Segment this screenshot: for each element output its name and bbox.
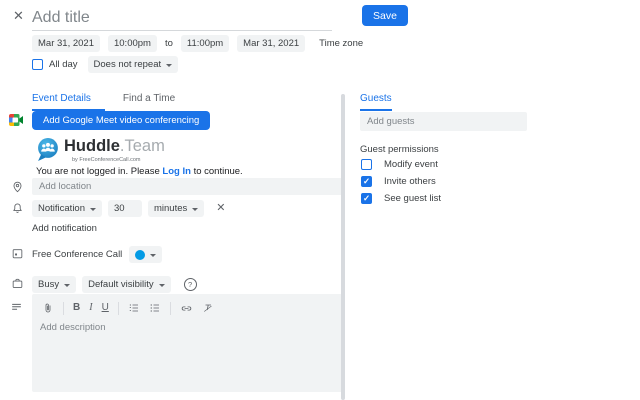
login-prefix: You are not logged in. Please (36, 166, 160, 177)
location-pin-icon (11, 180, 24, 193)
description-input[interactable] (38, 320, 339, 388)
timezone-link[interactable]: Time zone (319, 38, 363, 49)
clear-formatting-icon[interactable] (202, 302, 214, 314)
remove-notification-icon[interactable]: ✕ (216, 203, 225, 214)
calendar-icon (11, 247, 24, 260)
underline-icon[interactable]: U (102, 303, 109, 313)
login-suffix: to continue. (193, 166, 243, 177)
add-guests-input[interactable] (360, 112, 527, 131)
permission-row-invite-others: ✓ Invite others (361, 176, 436, 187)
login-message: You are not logged in. Please Log In to … (36, 166, 243, 177)
invite-others-checkbox[interactable]: ✓ (361, 176, 372, 187)
busy-dropdown[interactable]: Busy (32, 276, 77, 293)
recurrence-value: Does not repeat (93, 59, 162, 70)
toolbar-separator (169, 301, 171, 315)
help-icon[interactable]: ? (183, 278, 197, 291)
italic-icon[interactable]: I (89, 303, 92, 313)
all-day-label: All day (49, 59, 78, 70)
google-meet-icon (9, 114, 23, 126)
left-pane-scrollbar[interactable] (341, 94, 345, 400)
check-icon: ✓ (362, 176, 371, 187)
bulleted-list-icon[interactable] (149, 302, 161, 314)
description-lines-icon (10, 300, 23, 313)
start-time-chip[interactable]: 10:00pm (107, 35, 157, 52)
calendar-row: Free Conference Call (32, 246, 163, 263)
add-google-meet-button[interactable]: Add Google Meet video conferencing (32, 111, 211, 130)
visibility-value: Default visibility (88, 279, 154, 290)
calendar-color-swatch (135, 249, 146, 260)
notification-amount-input[interactable]: 30 (108, 200, 142, 217)
notification-unit-value: minutes (154, 203, 188, 214)
visibility-dropdown[interactable]: Default visibility (82, 276, 171, 293)
toolbar-separator (117, 301, 119, 315)
permission-row-modify-event: ✓ Modify event (361, 159, 438, 170)
modify-event-checkbox[interactable]: ✓ (361, 159, 372, 170)
end-date-chip[interactable]: Mar 31, 2021 (237, 35, 306, 52)
close-icon[interactable]: ✕ (13, 9, 24, 22)
tab-find-a-time[interactable]: Find a Time (123, 93, 175, 109)
dropdown-arrow-icon (192, 207, 199, 211)
location-input[interactable] (32, 178, 343, 195)
see-guest-list-checkbox[interactable]: ✓ (361, 193, 372, 204)
dropdown-arrow-icon (64, 283, 71, 287)
all-day-row: ✓ All day Does not repeat (32, 56, 179, 73)
notification-row: Notification 30 minutes ✕ (32, 200, 225, 217)
add-notification-button[interactable]: Add notification (32, 223, 97, 234)
dropdown-arrow-icon (90, 207, 96, 211)
status-row: Busy Default visibility ? (32, 276, 197, 293)
link-icon[interactable] (180, 302, 193, 315)
description-toolbar: B I U (32, 294, 343, 317)
calendar-color-dropdown[interactable] (129, 246, 163, 263)
busy-value: Busy (38, 279, 60, 290)
notification-type-dropdown[interactable]: Notification (32, 200, 102, 217)
recurrence-dropdown[interactable]: Does not repeat (87, 56, 179, 73)
save-button[interactable]: Save (362, 5, 408, 26)
huddle-brand-light: .Team (119, 137, 165, 155)
tab-guests[interactable]: Guests (360, 93, 392, 111)
login-link[interactable]: Log In (162, 166, 191, 177)
tab-event-details[interactable]: Event Details (32, 93, 105, 111)
left-tabs: Event Details Find a Time (32, 93, 175, 111)
description-panel: B I U (32, 294, 343, 392)
dropdown-arrow-icon (150, 253, 157, 257)
permission-label: Invite others (384, 176, 436, 187)
permission-label: Modify event (384, 159, 438, 170)
huddle-tagline: by FreeConferenceCall.com (72, 157, 141, 163)
datetime-row: Mar 31, 2021 10:00pm to 11:00pm Mar 31, … (32, 35, 363, 52)
dropdown-arrow-icon (158, 283, 165, 287)
briefcase-icon (11, 277, 24, 290)
all-day-checkbox[interactable]: ✓ (32, 59, 43, 70)
guest-permissions-title: Guest permissions (360, 144, 439, 155)
huddle-brand-text: Huddle.Team (64, 137, 165, 155)
attach-icon[interactable] (42, 302, 54, 314)
bold-icon[interactable]: B (73, 303, 80, 313)
permission-row-see-guest-list: ✓ See guest list (361, 193, 441, 204)
to-label: to (164, 38, 173, 49)
permission-label: See guest list (384, 193, 442, 204)
title-input[interactable] (32, 6, 332, 31)
end-time-chip[interactable]: 11:00pm (180, 35, 230, 52)
huddle-brand-strong: Huddle (64, 137, 120, 155)
notification-unit-dropdown[interactable]: minutes (148, 200, 205, 217)
huddle-logo: Huddle.Team by FreeConferenceCall.com (36, 137, 165, 163)
check-icon: ✓ (362, 193, 371, 204)
numbered-list-icon[interactable] (128, 302, 140, 314)
bell-icon (11, 202, 24, 215)
toolbar-separator (63, 301, 64, 315)
huddle-logo-icon (36, 137, 61, 162)
start-date-chip[interactable]: Mar 31, 2021 (32, 35, 100, 52)
dropdown-arrow-icon (166, 63, 173, 67)
calendar-name: Free Conference Call (32, 249, 123, 260)
notification-amount-value: 30 (114, 203, 125, 214)
notification-type-value: Notification (38, 203, 85, 214)
